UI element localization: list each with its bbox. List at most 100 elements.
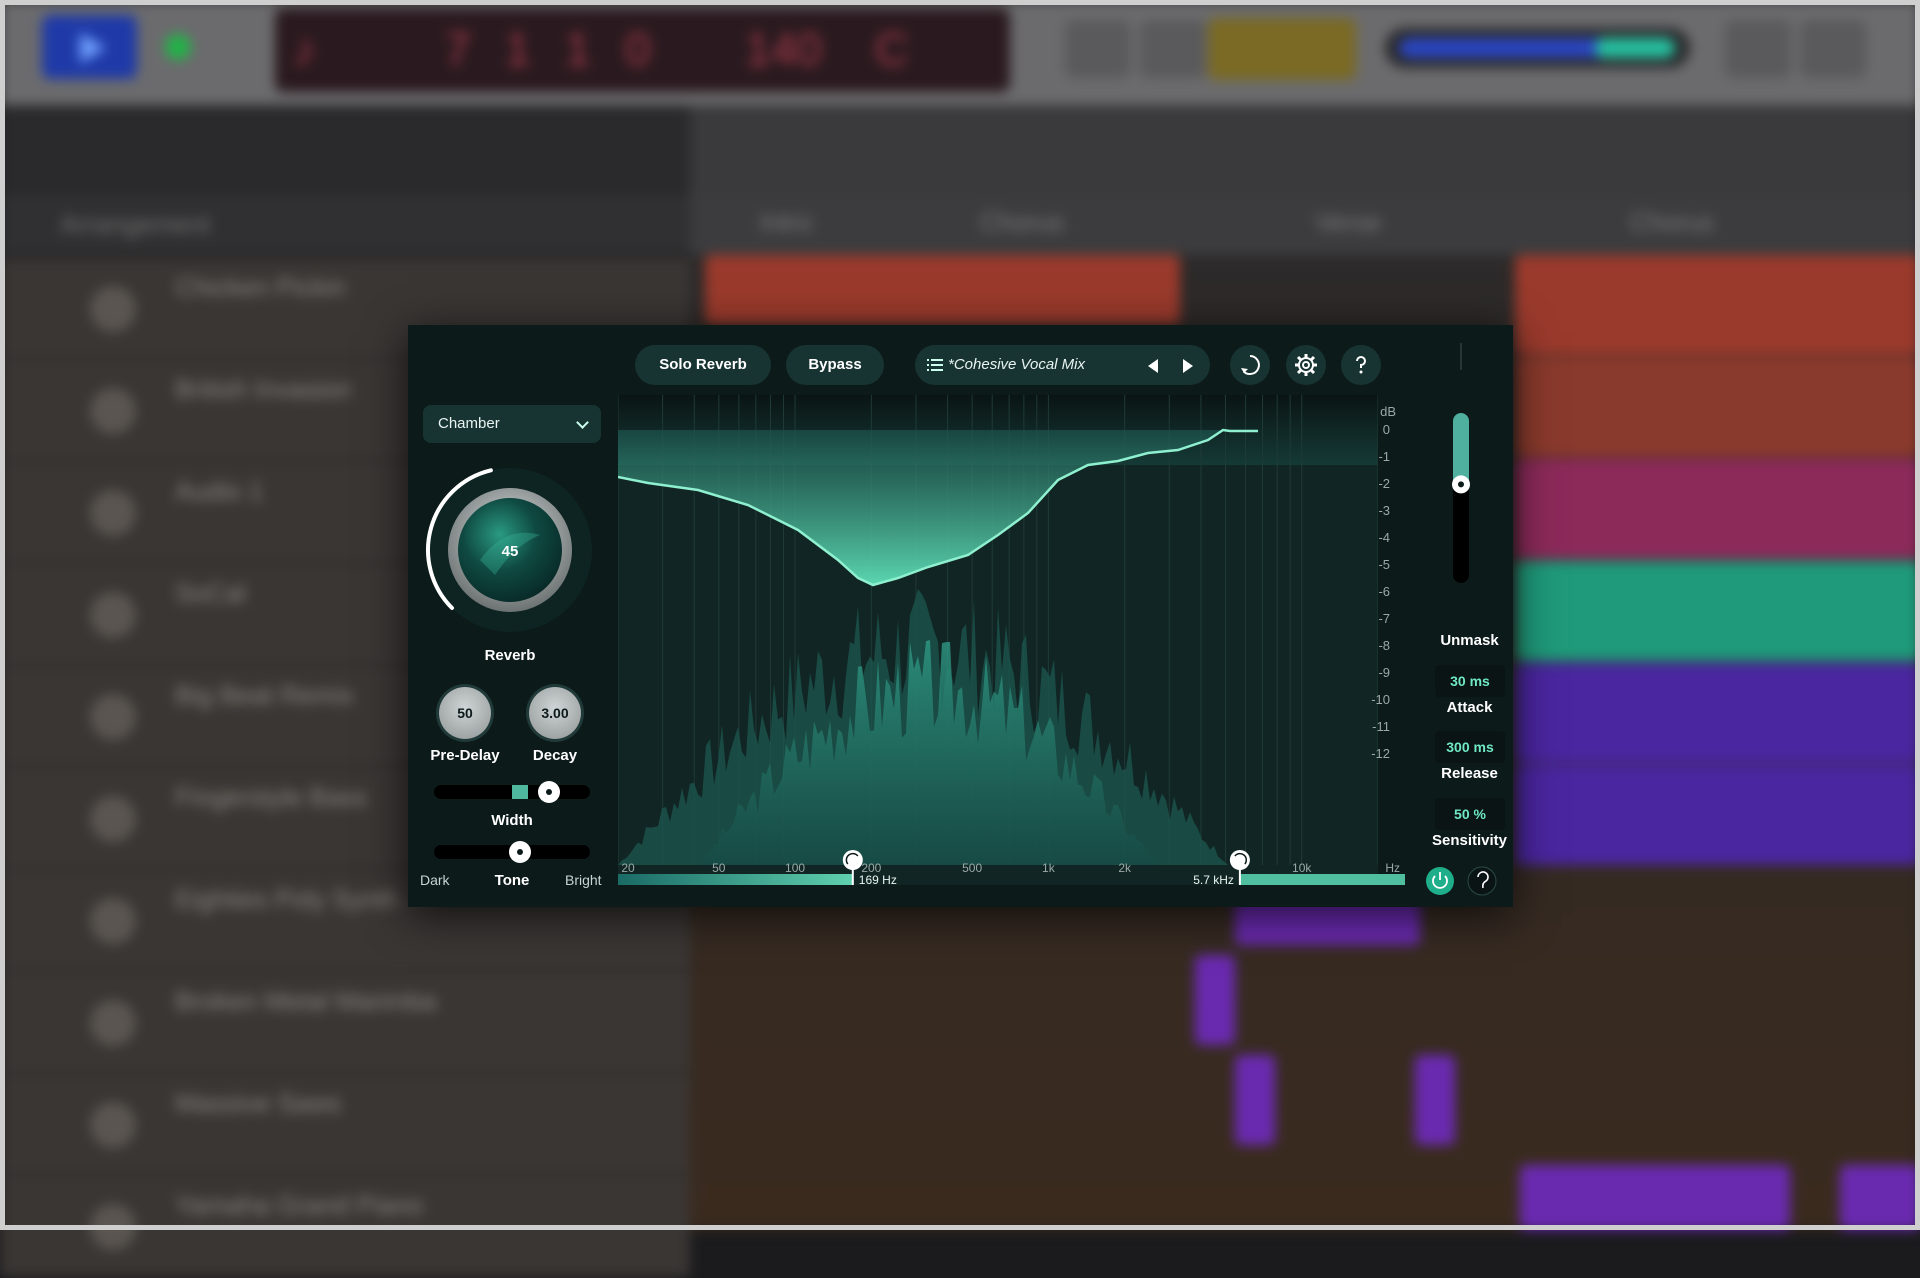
region[interactable] xyxy=(1515,357,1920,457)
db-tick-label: -5 xyxy=(1378,557,1390,572)
region[interactable] xyxy=(1515,561,1920,661)
pre-delay-knob[interactable]: 50 xyxy=(439,687,491,739)
region[interactable] xyxy=(1415,1055,1455,1145)
sensitivity-value[interactable]: 50 % xyxy=(1435,798,1505,830)
db-tick-label: 0 xyxy=(1383,422,1390,437)
attack-value[interactable]: 30 ms xyxy=(1435,665,1505,697)
decay-value: 3.00 xyxy=(541,705,569,721)
master-volume[interactable] xyxy=(1385,28,1690,68)
track-header[interactable]: Massive Saws xyxy=(0,1074,690,1176)
bypass-button[interactable]: Bypass xyxy=(786,345,884,385)
track-name: SoCal xyxy=(175,578,246,608)
width-fill xyxy=(512,785,528,799)
db-tick-label: -9 xyxy=(1378,665,1390,680)
reverb-plugin-window: Chamber Solo Reverb Bypass *Cohesive Voc… xyxy=(408,325,1513,907)
region[interactable] xyxy=(1195,955,1235,1045)
reverb-label: Reverb xyxy=(484,647,536,664)
preset-selector[interactable]: *Cohesive Vocal Mix xyxy=(915,345,1210,385)
track-name: Eighties Poly Synth xyxy=(175,884,400,914)
region[interactable] xyxy=(705,255,1180,325)
undo-button[interactable] xyxy=(1230,345,1270,385)
db-tick-label: -10 xyxy=(1371,692,1390,707)
track-icon xyxy=(90,796,136,842)
track-icon xyxy=(90,1204,136,1250)
release-value[interactable]: 300 ms xyxy=(1435,731,1505,763)
tool-button[interactable] xyxy=(1140,20,1206,78)
region[interactable] xyxy=(1515,765,1920,865)
tone-slider[interactable] xyxy=(434,841,590,863)
region[interactable] xyxy=(1515,255,1920,355)
arrangement-label: Arrangement xyxy=(60,209,211,239)
db-tick-label: -7 xyxy=(1378,611,1390,626)
frequency-tick-label: 10k xyxy=(1292,861,1312,875)
help-button[interactable] xyxy=(1341,345,1381,385)
high-cut-handle[interactable] xyxy=(1229,850,1250,870)
attack-label: Attack xyxy=(1446,699,1493,716)
db-tick-label: -2 xyxy=(1378,476,1390,491)
power-button[interactable] xyxy=(1426,867,1454,895)
unmask-slider-thumb[interactable] xyxy=(1452,475,1470,494)
track-icon xyxy=(90,694,136,740)
high-cut-range-bar xyxy=(1239,874,1405,885)
frequency-tick-label: 1k xyxy=(1042,861,1056,875)
tool-button[interactable] xyxy=(1725,20,1791,78)
solo-reverb-button[interactable]: Solo Reverb xyxy=(635,345,771,385)
timeline-ruler[interactable] xyxy=(690,105,1920,195)
settings-button[interactable] xyxy=(1286,345,1326,385)
previous-preset-icon[interactable] xyxy=(1148,359,1158,373)
chevron-down-icon xyxy=(576,416,589,429)
region[interactable] xyxy=(1235,1055,1275,1145)
frequency-tick-label: 20 xyxy=(621,861,635,875)
pre-delay-value: 50 xyxy=(457,705,473,721)
frequency-tick-label: 2k xyxy=(1118,861,1132,875)
width-slider-thumb[interactable] xyxy=(538,781,561,803)
section-label: Intro xyxy=(760,207,813,237)
gear-icon xyxy=(1295,354,1317,376)
listen-button[interactable] xyxy=(1467,866,1497,896)
track-header[interactable]: Yamaha Grand Piano xyxy=(0,1176,690,1278)
arrangement-sections: Intro Chorus Verse Chorus xyxy=(690,195,1920,255)
reverb-type-value: Chamber xyxy=(438,415,500,432)
arrangement-track: Arrangement xyxy=(0,195,690,255)
tone-slider-thumb[interactable] xyxy=(508,841,531,863)
reverb-knob[interactable]: 45 xyxy=(425,465,595,635)
spectrum-graph[interactable]: dB 0 -1 -2 -3 -4 -5 -6 -7 -8 -9 -10 -11 -12 Hz 20 50 1… xyxy=(618,395,1405,885)
decay-knob[interactable]: 3.00 xyxy=(529,687,581,739)
track-name: Massive Saws xyxy=(175,1088,342,1118)
region[interactable] xyxy=(1515,459,1920,559)
tool-button[interactable] xyxy=(1800,20,1866,78)
tone-label: Tone xyxy=(494,872,530,889)
width-label: Width xyxy=(491,812,533,829)
frequency-tick-label: 50 xyxy=(712,861,726,875)
lcd-display: ♪ 7 1 1 0 140 C xyxy=(275,8,1010,92)
track-icon xyxy=(90,898,136,944)
track-icon xyxy=(90,388,136,434)
db-tick-label: -1 xyxy=(1378,449,1390,464)
hz-unit-label: Hz xyxy=(1385,861,1400,875)
high-cut-value: 5.7 kHz xyxy=(1193,873,1234,885)
release-label: Release xyxy=(1441,765,1498,782)
region[interactable] xyxy=(1840,1165,1920,1230)
width-slider[interactable] xyxy=(434,781,590,803)
track-header[interactable]: Broken Metal Marimba xyxy=(0,972,690,1074)
play-button[interactable] xyxy=(42,15,137,79)
track-name: Big Beat Remix xyxy=(175,680,355,710)
sensitivity-label: Sensitivity xyxy=(1431,832,1508,849)
tone-dark-label: Dark xyxy=(420,872,450,888)
record-indicator xyxy=(165,34,191,60)
preset-name: *Cohesive Vocal Mix xyxy=(948,356,1085,373)
daw-control-bar: ♪ 7 1 1 0 140 C xyxy=(0,0,1920,105)
section-label: Chorus xyxy=(980,207,1064,237)
reverb-type-dropdown[interactable]: Chamber xyxy=(423,405,601,443)
low-cut-handle[interactable] xyxy=(842,850,863,870)
region[interactable] xyxy=(1515,663,1920,763)
count-in-buttons[interactable] xyxy=(1208,18,1356,80)
track-icon xyxy=(90,286,136,332)
next-preset-icon[interactable] xyxy=(1183,359,1193,373)
tone-bright-label: Bright xyxy=(565,872,602,888)
low-cut-value: 169 Hz xyxy=(859,873,897,885)
region[interactable] xyxy=(1520,1165,1790,1230)
db-tick-label: -3 xyxy=(1378,503,1390,518)
tool-button[interactable] xyxy=(1065,20,1131,78)
frequency-tick-label: 100 xyxy=(785,861,805,875)
